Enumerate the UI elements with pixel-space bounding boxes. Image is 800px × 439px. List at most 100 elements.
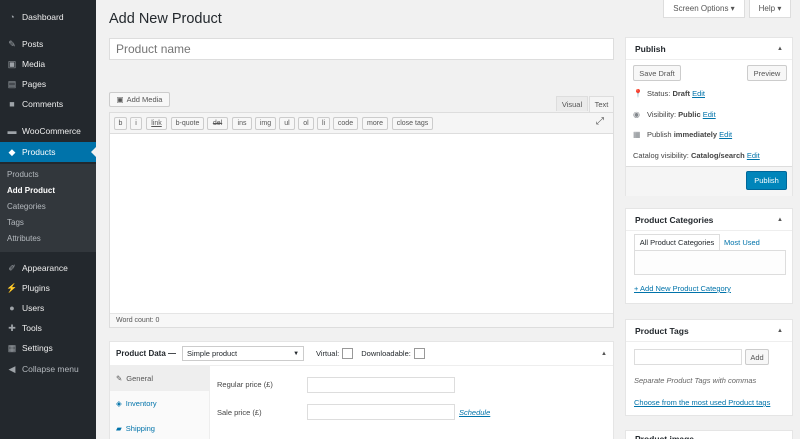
collapse-toggle-icon[interactable]: ▲ <box>601 351 607 357</box>
tab-inventory[interactable]: ◈ Inventory <box>110 391 209 416</box>
woocommerce-icon: ▬ <box>7 126 17 136</box>
menu-pages[interactable]: ▤ Pages <box>0 74 96 94</box>
pages-icon: ▤ <box>7 78 17 89</box>
tab-visual[interactable]: Visual <box>556 96 588 111</box>
comments-icon: ■ <box>9 99 15 109</box>
admin-sidebar: ◔ Dashboard ✎ Posts ▣ Media ▤ Pages ■ Comment… <box>0 0 96 439</box>
choose-tags-link[interactable]: Choose from the most used Product tags <box>634 398 770 407</box>
users-icon: ● <box>9 303 15 313</box>
tag-input[interactable] <box>634 349 742 365</box>
regular-price-input[interactable] <box>307 377 455 393</box>
qt-close-tags[interactable]: close tags <box>392 117 433 130</box>
tab-shipping[interactable]: ▰ Shipping <box>110 416 209 439</box>
collapse-toggle-icon[interactable]: ▲ <box>777 328 783 334</box>
add-media-button[interactable]: ▣ Add Media <box>109 92 170 107</box>
content-textarea[interactable] <box>110 134 613 312</box>
dropdown-icon: ▼ <box>293 350 300 357</box>
submenu-add-product[interactable]: Add Product <box>7 186 55 195</box>
menu-posts[interactable]: ✎ Posts <box>0 34 96 54</box>
qt-ins[interactable]: ins <box>232 117 252 130</box>
settings-icon: ▦ <box>7 342 17 353</box>
menu-products[interactable]: ◆ Products <box>0 142 96 162</box>
virtual-label: Virtual: <box>316 349 340 358</box>
edit-status-link[interactable]: Edit <box>692 89 705 98</box>
downloadable-label: Downloadable: <box>361 349 411 358</box>
edit-visibility-link[interactable]: Edit <box>703 110 716 119</box>
qt-link[interactable]: link <box>146 117 167 130</box>
tab-most-used[interactable]: Most Used <box>724 238 760 247</box>
menu-plugins[interactable]: ⚡ Plugins <box>0 278 96 298</box>
menu-tools[interactable]: ✚ Tools <box>0 318 96 338</box>
tab-all-categories[interactable]: All Product Categories <box>634 234 720 250</box>
schedule-link[interactable]: Schedule <box>459 408 490 417</box>
downloadable-checkbox[interactable] <box>413 348 425 359</box>
publish-header: Publish ▲ <box>626 38 792 60</box>
submenu-tags[interactable]: Tags <box>7 218 24 227</box>
fullscreen-icon[interactable]: ⤢ <box>596 116 604 127</box>
collapse-toggle-icon[interactable]: ▲ <box>777 217 783 223</box>
product-data-tabs: ✎ General ◈ Inventory ▰ Shipping <box>110 366 210 439</box>
menu-users[interactable]: ● Users <box>0 298 96 318</box>
qt-b-quote[interactable]: b-quote <box>171 117 204 130</box>
submenu-products[interactable]: Products <box>7 170 39 179</box>
brush-icon: ✐ <box>8 262 16 273</box>
edit-date-link[interactable]: Edit <box>719 130 732 139</box>
help-button[interactable]: Help ▾ <box>749 0 791 18</box>
eye-icon: ◉ <box>633 110 640 119</box>
menu-media[interactable]: ▣ Media <box>0 54 96 74</box>
qt-del[interactable]: del <box>207 117 228 130</box>
qt-ol[interactable]: ol <box>298 117 314 130</box>
product-type-select[interactable]: Simple product ▼ <box>182 346 305 361</box>
schedule-row: ▦ Publish immediately Edit <box>633 130 733 139</box>
qt-img[interactable]: img <box>255 117 276 130</box>
menu-dashboard[interactable]: ◔ Dashboard <box>0 7 96 27</box>
sale-price-input[interactable] <box>307 404 455 420</box>
products-submenu: Products Add Product Categories Tags Att… <box>0 164 96 252</box>
dashboard-icon: ◔ <box>9 12 15 22</box>
add-tag-button[interactable]: Add <box>745 349 769 365</box>
qt-ul[interactable]: ul <box>279 117 295 130</box>
preview-button[interactable]: Preview <box>747 65 787 81</box>
submenu-categories[interactable]: Categories <box>7 202 46 211</box>
products-icon: ◆ <box>8 146 16 157</box>
inventory-icon: ◈ <box>116 399 122 408</box>
edit-catalog-link[interactable]: Edit <box>747 151 760 160</box>
collapse-menu[interactable]: ◀ Collapse menu <box>0 359 96 379</box>
tags-hint: Separate Product Tags with commas <box>634 376 757 385</box>
tab-text[interactable]: Text <box>589 96 614 112</box>
virtual-checkbox[interactable] <box>342 348 354 359</box>
product-image-title: Product image <box>635 434 695 439</box>
save-draft-button[interactable]: Save Draft <box>633 65 681 81</box>
publish-button[interactable]: Publish <box>746 171 787 190</box>
menu-woocommerce[interactable]: ▬ WooCommerce <box>0 121 96 141</box>
word-count: Word count: 0 <box>110 313 613 327</box>
wrench-icon: ✚ <box>8 322 16 333</box>
categories-header: Product Categories ▲ <box>626 209 792 231</box>
category-checklist[interactable] <box>634 250 786 275</box>
status-row: 📍 Status: Draft Edit <box>633 89 705 98</box>
regular-price-label: Regular price (£) <box>217 380 273 389</box>
product-data-label: Product Data — <box>116 349 177 358</box>
tags-header: Product Tags ▲ <box>626 320 792 342</box>
catalog-row: Catalog visibility: Catalog/search Edit <box>633 151 760 160</box>
product-name-input[interactable] <box>109 38 614 60</box>
qt-i[interactable]: i <box>130 117 142 130</box>
qt-b[interactable]: b <box>114 117 127 130</box>
qt-more[interactable]: more <box>362 117 388 130</box>
product-data-header: Product Data — Simple product ▼ Virtual: … <box>110 342 613 366</box>
qt-code[interactable]: code <box>333 117 358 130</box>
qt-li[interactable]: li <box>317 117 330 130</box>
submenu-attributes[interactable]: Attributes <box>7 234 41 243</box>
screen-options-button[interactable]: Screen Options ▾ <box>663 0 745 18</box>
wrench-icon: ✎ <box>116 374 123 383</box>
tab-general[interactable]: ✎ General <box>110 366 209 391</box>
collapse-icon: ◀ <box>8 363 16 374</box>
collapse-toggle-icon[interactable]: ▲ <box>777 46 783 52</box>
media-icon: ▣ <box>7 58 17 69</box>
menu-appearance[interactable]: ✐ Appearance <box>0 258 96 278</box>
product-image-box: Product image <box>625 430 793 439</box>
menu-comments[interactable]: ■ Comments <box>0 94 96 114</box>
add-new-category-link[interactable]: + Add New Product Category <box>634 284 731 293</box>
pin-icon: ✎ <box>8 38 16 49</box>
menu-settings[interactable]: ▦ Settings <box>0 338 96 358</box>
